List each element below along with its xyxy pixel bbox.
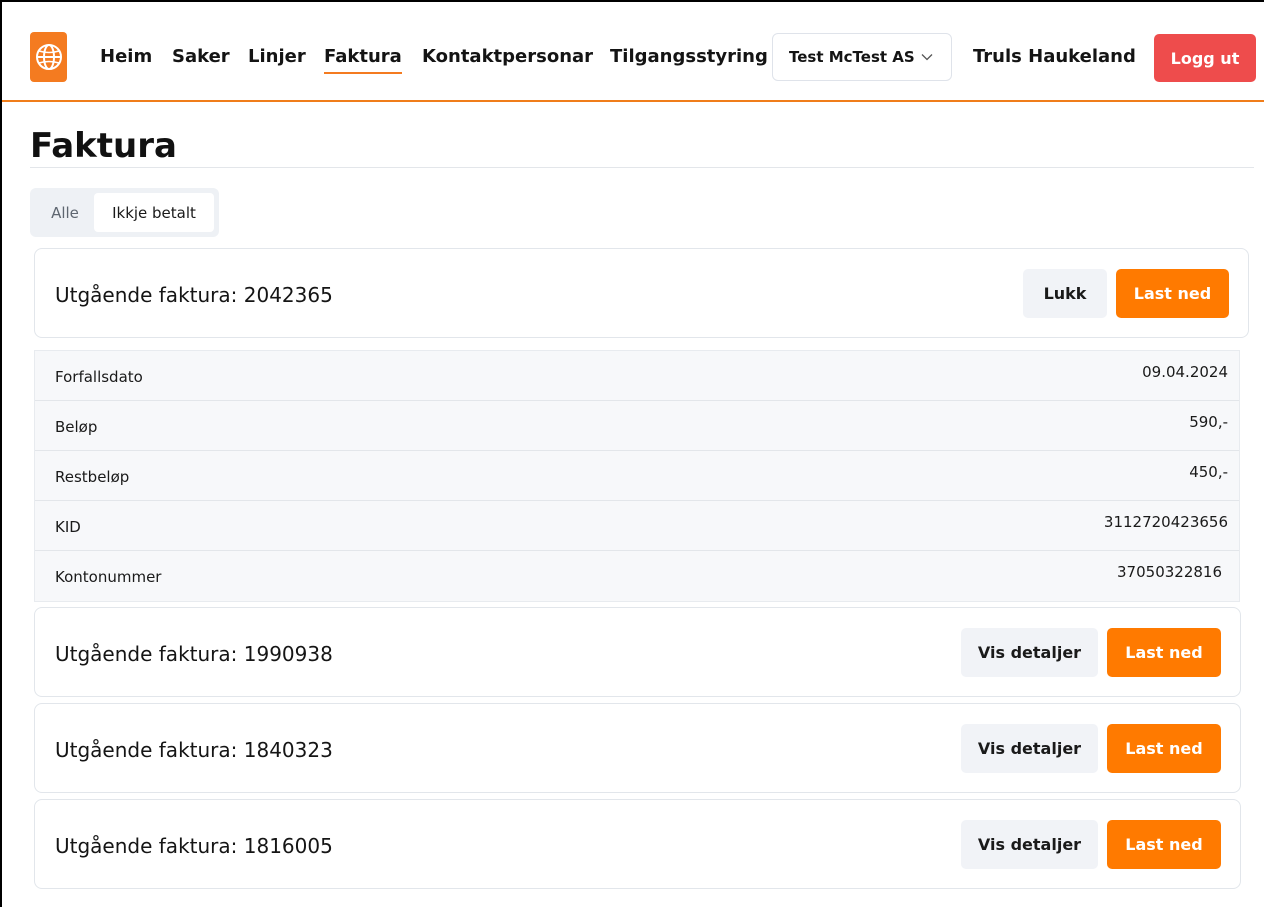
detail-row-forfallsdato: Forfallsdato 09.04.2024 [35,351,1239,401]
title-divider [30,167,1254,168]
nav-item-linjer[interactable]: Linjer [248,46,306,67]
detail-row-kid: KID 3112720423656 [35,501,1239,551]
download-button[interactable]: Last ned [1107,724,1221,773]
invoice-card: Utgående faktura: 1990938 Vis detaljer L… [34,607,1241,697]
nav-item-tilgangsstyring[interactable]: Tilgangsstyring [610,46,768,67]
detail-value: 37050322816 [1117,563,1222,581]
detail-row-restbelop: Restbeløp 450,- [35,451,1239,501]
detail-label: Beløp [55,418,98,436]
invoice-card: Utgående faktura: 1816005 Vis detaljer L… [34,799,1241,889]
invoice-title: Utgående faktura: 1816005 [55,834,333,858]
close-details-button[interactable]: Lukk [1023,269,1107,318]
nav-item-faktura-label: Faktura [324,46,402,67]
invoice-card: Utgående faktura: 2042365 Lukk Last ned [34,248,1249,338]
detail-label: Kontonummer [55,568,162,586]
globe-icon [35,44,62,70]
invoice-card: Utgående faktura: 1840323 Vis detaljer L… [34,703,1241,793]
show-details-button[interactable]: Vis detaljer [961,820,1098,869]
detail-label: KID [55,518,81,536]
nav-item-kontaktpersonar[interactable]: Kontaktpersonar [422,46,593,67]
download-button[interactable]: Last ned [1107,820,1221,869]
invoice-title: Utgående faktura: 1990938 [55,642,333,666]
detail-value: 590,- [1189,413,1228,431]
company-select[interactable]: Test McTest AS [772,33,952,81]
active-nav-indicator [324,72,402,74]
chevron-down-icon [921,53,933,61]
detail-value: 450,- [1189,463,1228,481]
invoice-title: Utgående faktura: 1840323 [55,738,333,762]
show-details-button[interactable]: Vis detaljer [961,724,1098,773]
detail-value: 09.04.2024 [1142,363,1228,381]
show-details-button[interactable]: Vis detaljer [961,628,1098,677]
download-button[interactable]: Last ned [1116,269,1229,318]
nav-item-heim[interactable]: Heim [100,46,152,67]
filter-tabs: Alle Ikkje betalt [30,188,219,237]
company-select-value: Test McTest AS [789,48,915,66]
invoice-title: Utgående faktura: 2042365 [55,283,333,307]
logo[interactable] [30,32,67,82]
page-title: Faktura [30,126,177,166]
logout-button[interactable]: Logg ut [1154,34,1256,82]
detail-value: 3112720423656 [1103,513,1228,531]
top-navigation: Heim Saker Linjer Faktura Kontaktpersona… [2,2,1264,102]
detail-label: Forfallsdato [55,368,143,386]
user-name[interactable]: Truls Haukeland [973,46,1136,67]
download-button[interactable]: Last ned [1107,628,1221,677]
detail-row-belop: Beløp 590,- [35,401,1239,451]
tab-ikkje-betalt[interactable]: Ikkje betalt [94,193,214,232]
nav-item-faktura[interactable]: Faktura [324,46,402,74]
invoice-details: Forfallsdato 09.04.2024 Beløp 590,- Rest… [34,350,1240,602]
detail-label: Restbeløp [55,468,130,486]
nav-item-saker[interactable]: Saker [172,46,230,67]
detail-row-kontonummer: Kontonummer 37050322816 [35,551,1239,601]
tab-alle[interactable]: Alle [36,193,94,232]
